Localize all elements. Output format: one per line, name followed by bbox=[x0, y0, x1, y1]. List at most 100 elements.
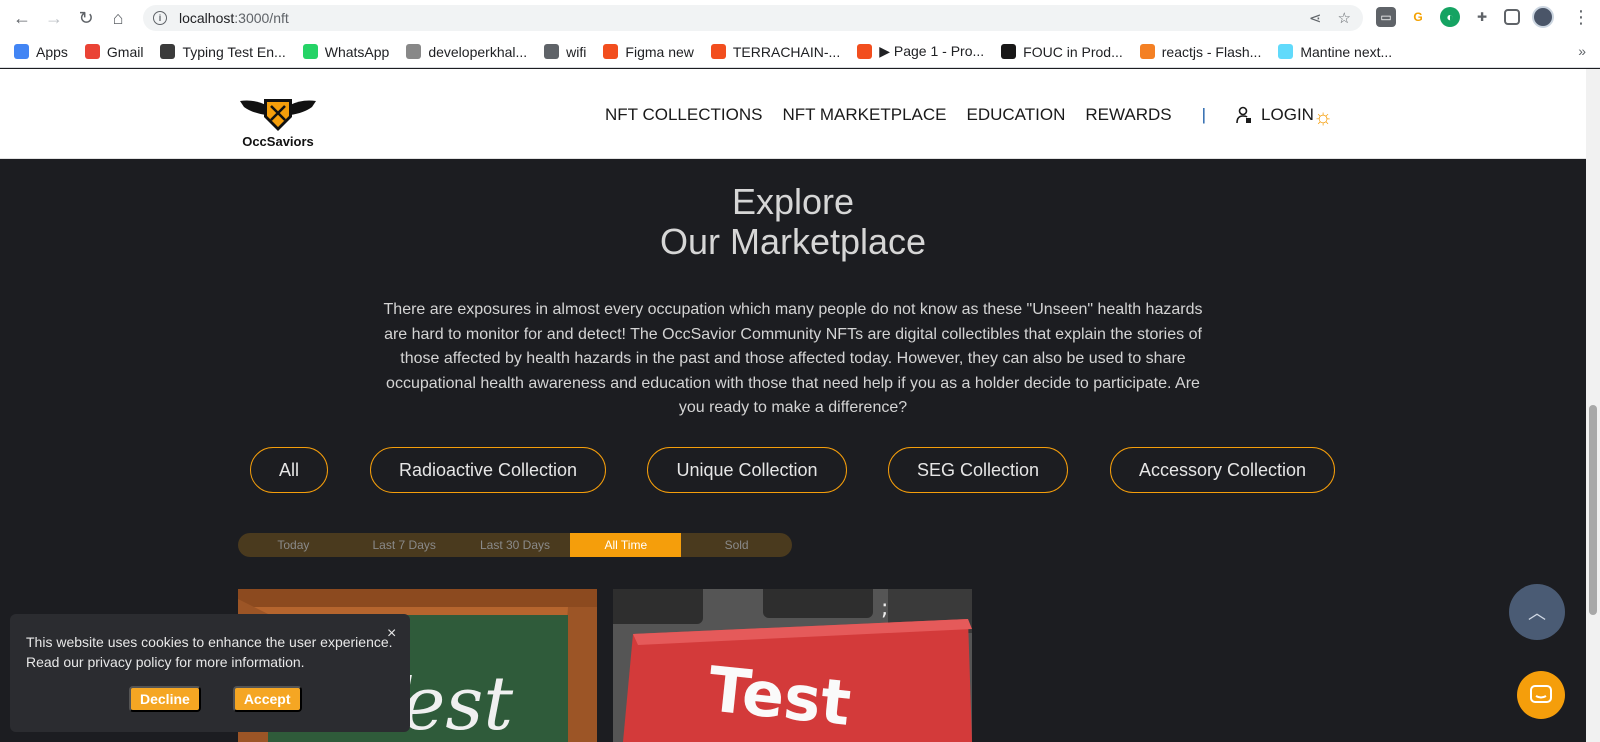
card-2-text: Test bbox=[705, 652, 855, 740]
bookmark-star-icon[interactable]: ☆ bbox=[1338, 9, 1351, 27]
react-icon bbox=[1278, 44, 1294, 59]
filter-all[interactable]: All bbox=[250, 447, 328, 493]
profile-avatar[interactable] bbox=[1532, 6, 1554, 28]
address-bar[interactable]: i localhost:3000/nft ⋖ ☆ bbox=[143, 5, 1363, 31]
nft-card[interactable]: ; Test bbox=[613, 589, 972, 742]
nav-nft-marketplace[interactable]: NFT MARKETPLACE bbox=[782, 105, 946, 125]
page-scrollbar[interactable] bbox=[1586, 69, 1600, 742]
login-button[interactable]: LOGIN bbox=[1236, 105, 1314, 125]
bookmark-label: reactjs - Flash... bbox=[1161, 43, 1262, 60]
bookmark-label: WhatsApp bbox=[324, 43, 390, 60]
bookmark-label: Apps bbox=[36, 43, 68, 60]
bookmark-label: FOUC in Prod... bbox=[1023, 43, 1123, 60]
bookmark-item[interactable]: Mantine next... bbox=[1278, 44, 1392, 60]
hero-description: There are exposures in almost every occu… bbox=[383, 301, 1203, 416]
bookmark-item[interactable]: Figma new bbox=[603, 43, 694, 60]
bookmark-item[interactable]: TERRACHAIN-... bbox=[710, 43, 841, 60]
stackoverflow-icon bbox=[1139, 44, 1155, 59]
bookmark-label: Figma new bbox=[625, 43, 694, 60]
range-last-30-days[interactable]: Last 30 Days bbox=[460, 533, 571, 557]
developer-site-icon bbox=[406, 44, 422, 59]
figma-icon bbox=[857, 44, 873, 59]
login-label: LOGIN bbox=[1261, 105, 1314, 124]
range-all-time[interactable]: All Time bbox=[570, 533, 682, 557]
apps-grid-icon bbox=[14, 44, 29, 59]
page-title: Explore Our Marketplace bbox=[0, 182, 1586, 262]
site-info-icon[interactable]: i bbox=[153, 11, 167, 25]
logo-text: OccSaviors bbox=[242, 134, 314, 149]
reload-icon[interactable]: ↻ bbox=[70, 2, 102, 34]
bookmark-item[interactable]: ▶ Page 1 - Pro... bbox=[857, 43, 984, 60]
range-last-7-days[interactable]: Last 7 Days bbox=[349, 533, 460, 557]
bookmark-item[interactable]: wifi bbox=[544, 44, 586, 60]
site-logo[interactable]: OccSaviors bbox=[238, 95, 318, 149]
keyboard-key-image: ; Test bbox=[613, 589, 972, 742]
home-icon[interactable]: ⌂ bbox=[102, 2, 134, 34]
gmail-icon bbox=[84, 44, 100, 59]
decline-button[interactable]: Decline bbox=[129, 686, 201, 712]
bookmark-label: Typing Test En... bbox=[182, 43, 286, 60]
user-lock-icon bbox=[1236, 106, 1252, 124]
url-path: :3000/nft bbox=[234, 10, 289, 26]
github-icon bbox=[1001, 44, 1017, 59]
figma-icon bbox=[603, 44, 619, 59]
bookmark-item[interactable]: Typing Test En... bbox=[160, 43, 286, 60]
forward-icon[interactable]: → bbox=[38, 2, 70, 34]
globe-icon bbox=[544, 44, 560, 59]
filter-radioactive-collection[interactable]: Radioactive Collection bbox=[370, 447, 606, 493]
accept-button[interactable]: Accept bbox=[232, 686, 302, 712]
nav-nft-collections[interactable]: NFT COLLECTIONS bbox=[605, 105, 762, 125]
scroll-to-top-button[interactable]: ︿ bbox=[1509, 584, 1565, 640]
time-range-selector: Today Last 7 Days Last 30 Days All Time … bbox=[238, 533, 792, 557]
filter-seg-collection[interactable]: SEG Collection bbox=[888, 447, 1068, 493]
share-icon[interactable]: ⋖ bbox=[1309, 9, 1322, 27]
bookmark-item[interactable]: Gmail bbox=[84, 43, 144, 60]
typing-test-icon bbox=[160, 44, 176, 59]
bookmark-label: Mantine next... bbox=[1300, 43, 1393, 60]
filter-accessory-collection[interactable]: Accessory Collection bbox=[1110, 447, 1335, 493]
svg-text:;: ; bbox=[881, 596, 888, 621]
bookmark-item[interactable]: reactjs - Flash... bbox=[1139, 43, 1262, 60]
chat-icon bbox=[1530, 685, 1552, 703]
bookmark-label: developerkhal... bbox=[428, 43, 528, 60]
browser-toolbar: ← → ↻ ⌂ i localhost:3000/nft ⋖ ☆ ▭ G ◐ ✚… bbox=[0, 0, 1600, 36]
chevron-up-icon: ︿ bbox=[1528, 603, 1546, 623]
extension-g-icon[interactable]: G bbox=[1408, 7, 1428, 27]
bookmark-item[interactable]: FOUC in Prod... bbox=[1001, 44, 1123, 60]
extension-grammarly-icon[interactable]: ◐ bbox=[1440, 7, 1460, 27]
extensions-puzzle-icon[interactable]: ✚ bbox=[1472, 7, 1492, 27]
browser-menu-icon[interactable]: ⋮ bbox=[1572, 7, 1590, 28]
main-nav: NFT COLLECTIONS NFT MARKETPLACE EDUCATIO… bbox=[605, 105, 1314, 125]
bookmark-item[interactable]: WhatsApp bbox=[302, 43, 390, 60]
cookie-text-line-2: Read our privacy policy for more informa… bbox=[26, 654, 305, 670]
extension-screen-icon[interactable]: ▭ bbox=[1376, 7, 1396, 27]
site-header: OccSaviors NFT COLLECTIONS NFT MARKETPLA… bbox=[0, 69, 1586, 159]
bookmark-label: TERRACHAIN-... bbox=[732, 43, 841, 60]
chat-launcher-button[interactable] bbox=[1517, 671, 1565, 719]
side-panel-icon[interactable] bbox=[1504, 9, 1520, 25]
bookmark-label: Gmail bbox=[106, 43, 144, 60]
url-host: localhost bbox=[179, 10, 235, 26]
title-line-1: Explore bbox=[731, 181, 855, 222]
nav-rewards[interactable]: REWARDS bbox=[1085, 105, 1171, 125]
close-icon[interactable]: × bbox=[387, 624, 396, 644]
bookmark-item[interactable]: Apps bbox=[14, 44, 68, 60]
bookmarks-bar: Apps Gmail Typing Test En... WhatsApp develo… bbox=[0, 36, 1600, 68]
filter-unique-collection[interactable]: Unique Collection bbox=[647, 447, 847, 493]
range-today[interactable]: Today bbox=[238, 533, 349, 557]
bookmark-item[interactable]: developerkhal... bbox=[406, 44, 527, 60]
bookmark-label: ▶ Page 1 - Pro... bbox=[879, 43, 985, 59]
bookmarks-overflow-icon[interactable]: » bbox=[1578, 43, 1586, 59]
nav-education[interactable]: EDUCATION bbox=[967, 105, 1066, 125]
bookmark-label: wifi bbox=[566, 43, 587, 60]
cookie-text-line-1: This website uses cookies to enhance the… bbox=[26, 634, 393, 650]
cookie-banner: This website uses cookies to enhance the… bbox=[10, 614, 410, 732]
title-line-2: Our Marketplace bbox=[659, 221, 927, 262]
back-icon[interactable]: ← bbox=[6, 2, 38, 34]
theme-toggle-sun-icon[interactable]: ☼ bbox=[1313, 104, 1333, 130]
scrollbar-thumb[interactable] bbox=[1589, 405, 1597, 615]
wings-shield-logo-icon bbox=[240, 99, 316, 131]
range-sold[interactable]: Sold bbox=[681, 533, 792, 557]
figma-icon bbox=[710, 44, 726, 59]
whatsapp-icon bbox=[302, 44, 318, 59]
